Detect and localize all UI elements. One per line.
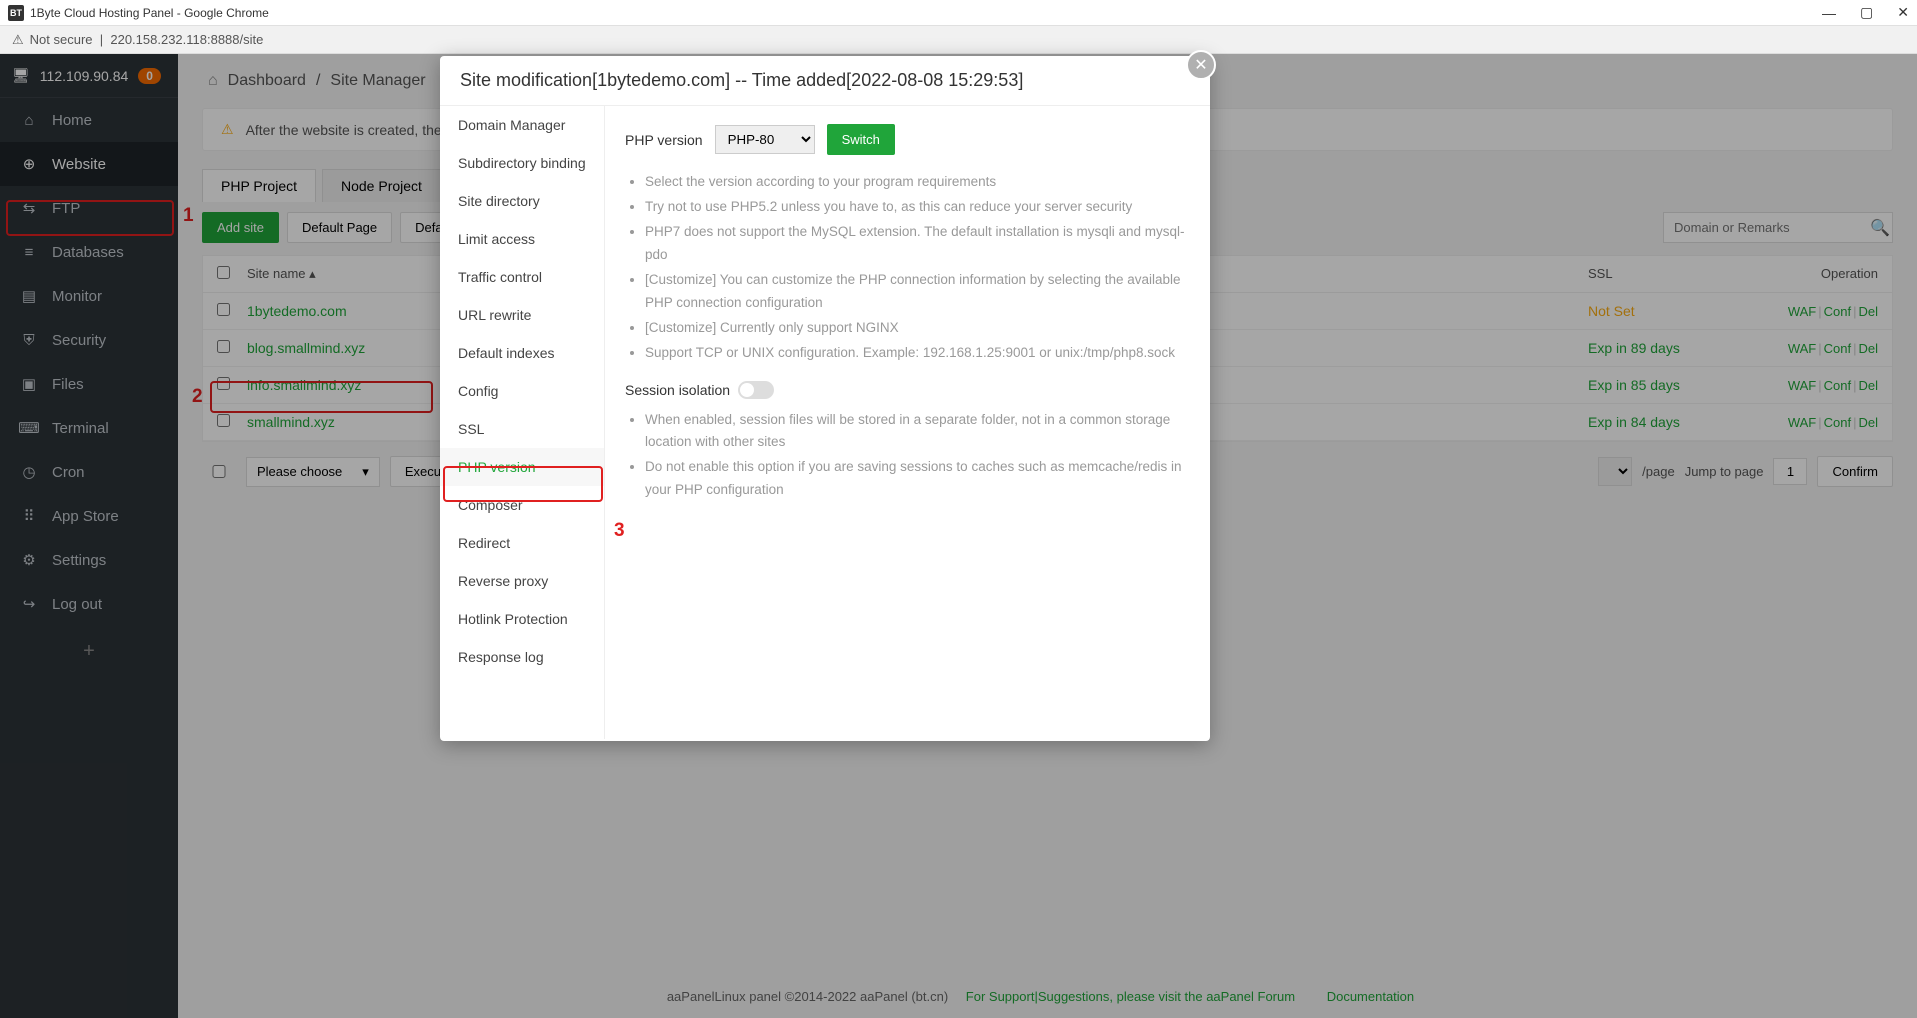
note-item: When enabled, session files will be stor… [645, 409, 1190, 455]
browser-titlebar: BT 1Byte Cloud Hosting Panel - Google Ch… [0, 0, 1917, 26]
not-secure-icon: ⚠ [12, 32, 24, 48]
note-item: Do not enable this option if you are sav… [645, 456, 1190, 502]
addr-sep: | [93, 32, 111, 47]
url-text[interactable]: 220.158.232.118:8888/site [110, 32, 263, 47]
modal-tab-url-rewrite[interactable]: URL rewrite [440, 296, 604, 334]
note-item: [Customize] You can customize the PHP co… [645, 269, 1190, 315]
modal-tab-hotlink-protection[interactable]: Hotlink Protection [440, 600, 604, 638]
window-title: 1Byte Cloud Hosting Panel - Google Chrom… [30, 6, 269, 20]
modal-tab-config[interactable]: Config [440, 372, 604, 410]
modal-tab-site-directory[interactable]: Site directory [440, 182, 604, 220]
modal-tab-traffic-control[interactable]: Traffic control [440, 258, 604, 296]
modal-sidebar: Domain ManagerSubdirectory bindingSite d… [440, 106, 605, 739]
modal-tab-php-version[interactable]: PHP version [440, 448, 604, 486]
address-bar: ⚠ Not secure | 220.158.232.118:8888/site [0, 26, 1917, 54]
modal-tab-subdirectory-binding[interactable]: Subdirectory binding [440, 144, 604, 182]
note-item: Try not to use PHP5.2 unless you have to… [645, 196, 1190, 219]
modal-tab-composer[interactable]: Composer [440, 486, 604, 524]
modal-tab-ssl[interactable]: SSL [440, 410, 604, 448]
session-isolation-toggle[interactable] [738, 381, 774, 399]
note-item: [Customize] Currently only support NGINX [645, 317, 1190, 340]
modal-tab-domain-manager[interactable]: Domain Manager [440, 106, 604, 144]
close-icon[interactable]: ✕ [1897, 4, 1909, 21]
php-version-row: PHP version PHP-80 Switch [625, 124, 1190, 155]
modal-content: PHP version PHP-80 Switch Select the ver… [605, 106, 1210, 739]
annotation-num-3: 3 [614, 520, 625, 542]
note-item: Support TCP or UNIX configuration. Examp… [645, 342, 1190, 365]
php-notes-list: Select the version according to your pro… [625, 171, 1190, 365]
modal-tab-response-log[interactable]: Response log [440, 638, 604, 676]
session-isolation-label: Session isolation [625, 382, 730, 398]
not-secure-label: Not secure [30, 32, 93, 47]
site-modal: ✕ Site modification[1bytedemo.com] -- Ti… [440, 56, 1210, 741]
modal-tab-limit-access[interactable]: Limit access [440, 220, 604, 258]
modal-title: Site modification[1bytedemo.com] -- Time… [440, 56, 1210, 106]
php-version-label: PHP version [625, 132, 703, 148]
window-controls: — ▢ ✕ [1822, 4, 1909, 21]
modal-tab-redirect[interactable]: Redirect [440, 524, 604, 562]
switch-button[interactable]: Switch [827, 124, 895, 155]
php-version-select[interactable]: PHP-80 [715, 125, 815, 154]
modal-tab-default-indexes[interactable]: Default indexes [440, 334, 604, 372]
session-isolation-row: Session isolation [625, 381, 1190, 399]
minimize-icon[interactable]: — [1822, 5, 1836, 21]
note-item: Select the version according to your pro… [645, 171, 1190, 194]
note-item: PHP7 does not support the MySQL extensio… [645, 221, 1190, 267]
session-notes-list: When enabled, session files will be stor… [625, 409, 1190, 503]
modal-close-button[interactable]: ✕ [1186, 50, 1216, 80]
maximize-icon[interactable]: ▢ [1860, 4, 1873, 21]
app-icon: BT [8, 5, 24, 21]
modal-tab-reverse-proxy[interactable]: Reverse proxy [440, 562, 604, 600]
